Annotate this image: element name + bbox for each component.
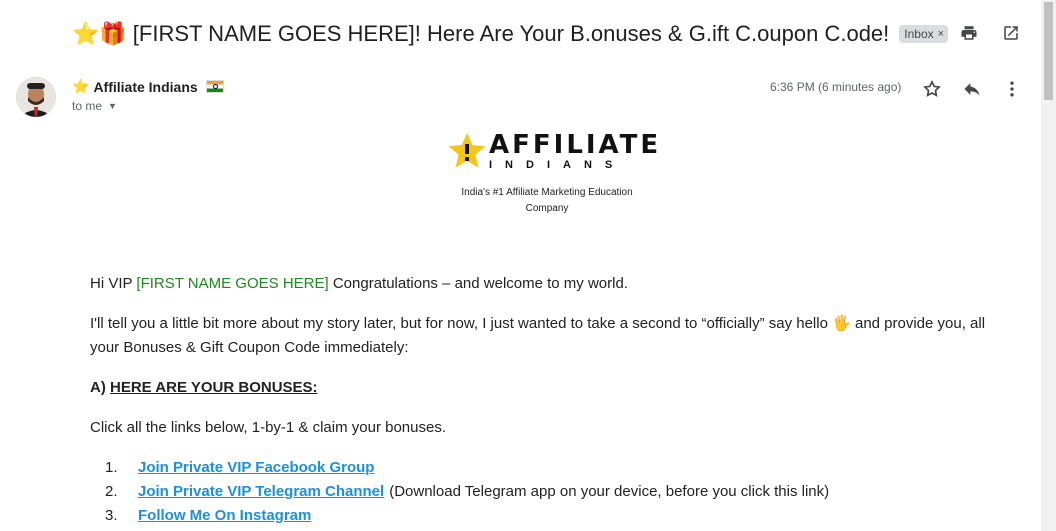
inbox-label-text: Inbox — [904, 27, 934, 41]
logo-tagline: India's #1 Affiliate Marketing Education… — [461, 187, 633, 214]
message-actions — [921, 78, 1023, 100]
inbox-label-badge[interactable]: Inbox × — [899, 25, 949, 43]
subject-emojis: ⭐🎁 — [72, 21, 127, 47]
reply-icon[interactable] — [961, 78, 983, 100]
bonuses-heading: A) HERE ARE YOUR BONUSES: — [90, 376, 318, 400]
open-in-new-window-icon[interactable] — [1000, 22, 1022, 44]
recipient-label: to me — [72, 99, 103, 113]
list-item: 2. Join Private VIP Telegram Channel (Do… — [90, 480, 829, 504]
scrollbar[interactable] — [1041, 0, 1056, 531]
greeting: Hi VIP [FIRST NAME GOES HERE] Congratula… — [90, 272, 628, 296]
chevron-down-icon[interactable]: ▼ — [108, 101, 117, 111]
remove-label-icon[interactable]: × — [938, 28, 944, 40]
logo-wordmark: AFFILIATE — [489, 130, 662, 160]
telegram-channel-link[interactable]: Join Private VIP Telegram Channel — [138, 480, 384, 504]
subject-actions — [958, 22, 1022, 44]
star-logo-icon — [448, 133, 486, 168]
print-icon[interactable] — [958, 22, 980, 44]
intro-text-a: I'll tell you a little bit more about my… — [90, 315, 833, 332]
logo-subword: INDIANS — [489, 159, 626, 171]
bonus-links-list: 1. Join Private VIP Facebook Group 2. Jo… — [90, 456, 829, 528]
scrollbar-thumb[interactable] — [1044, 2, 1053, 100]
instructions: Click all the links below, 1-by-1 & clai… — [90, 419, 446, 436]
list-number: 3. — [105, 507, 118, 524]
recipient-name-placeholder: [FIRST NAME GOES HERE] — [136, 275, 329, 292]
india-flag-icon — [205, 80, 224, 93]
sender-name-row: ⭐ Affiliate Indians — [72, 78, 224, 95]
list-number: 1. — [105, 459, 118, 476]
intro-paragraph: I'll tell you a little bit more about my… — [90, 312, 1015, 360]
list-item: 1. Join Private VIP Facebook Group — [90, 456, 829, 480]
sender-name[interactable]: Affiliate Indians — [93, 79, 197, 95]
star-icon[interactable] — [921, 78, 943, 100]
greeting-prefix: Hi VIP — [90, 275, 137, 292]
waving-hand-icon: 🖐 — [832, 315, 851, 332]
recipient-details-toggle[interactable]: to me ▼ — [72, 99, 117, 113]
subject-row: ⭐🎁 [FIRST NAME GOES HERE]! Here Are Your… — [72, 18, 949, 50]
more-vertical-icon[interactable] — [1001, 78, 1023, 100]
email-view: ⭐🎁 [FIRST NAME GOES HERE]! Here Are Your… — [0, 0, 1056, 531]
section-prefix: A) — [90, 379, 110, 396]
sender-avatar[interactable] — [16, 77, 56, 117]
email-subject: [FIRST NAME GOES HERE]! Here Are Your B.… — [132, 21, 890, 46]
facebook-group-link[interactable]: Join Private VIP Facebook Group — [138, 456, 374, 480]
greeting-suffix: Congratulations – and welcome to my worl… — [328, 275, 628, 292]
affiliate-indians-logo: AFFILIATE INDIANS — [447, 130, 658, 174]
instagram-link[interactable]: Follow Me On Instagram — [138, 504, 311, 528]
section-title: HERE ARE YOUR BONUSES: — [110, 379, 318, 396]
telegram-note: (Download Telegram app on your device, b… — [389, 483, 830, 500]
email-timestamp: 6:36 PM (6 minutes ago) — [770, 80, 902, 94]
list-number: 2. — [105, 483, 118, 500]
list-item: 3. Follow Me On Instagram — [90, 504, 829, 528]
sender-star-emoji: ⭐ — [72, 78, 90, 94]
